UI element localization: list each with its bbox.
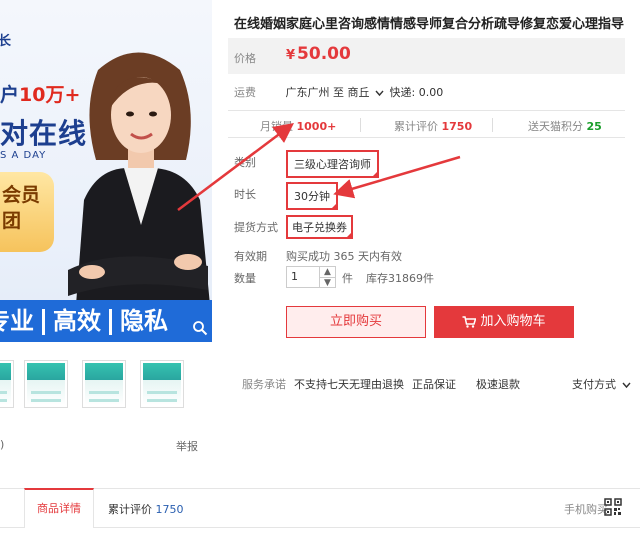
hero-feature-3: 隐私 xyxy=(120,307,168,335)
shipping-fee: 快递: 0.00 xyxy=(389,86,444,99)
price-label: 价格 xyxy=(234,52,256,65)
mobile-buy-link[interactable]: 手机购买 xyxy=(564,501,608,517)
stats-divider xyxy=(492,118,493,132)
quantity-input[interactable]: 1 xyxy=(286,266,320,288)
tmall-points-value: 25 xyxy=(586,120,602,133)
price-box: 价格 ¥50.00 xyxy=(228,38,625,74)
price-value: ¥50.00 xyxy=(286,44,351,64)
buy-now-button[interactable]: 立即购买 xyxy=(286,306,426,338)
hero-corner-text: 长 xyxy=(0,34,12,49)
validity-label: 有效期 xyxy=(234,250,267,263)
stats-divider xyxy=(360,118,361,132)
share-paren: ) xyxy=(0,438,5,451)
payment-methods-label: 支付方式 xyxy=(572,378,616,391)
hero-feature-bar: 专业高效隐私 xyxy=(0,300,212,342)
hero-bar-divider xyxy=(42,309,45,335)
review-count-label: 累计评价 xyxy=(394,120,438,133)
category-option-selected[interactable]: 三级心理咨询师 xyxy=(286,150,379,178)
hero-headline-3: S A DAY xyxy=(0,150,47,161)
quantity-increase-button[interactable]: ▲ xyxy=(320,267,335,278)
quantity-decrease-button[interactable]: ▼ xyxy=(320,278,335,289)
service-fast-refund[interactable]: 极速退款 xyxy=(476,376,520,392)
tab-reviews-count: 1750 xyxy=(155,503,184,516)
product-title: 在线婚姻家庭心里咨询感情情感导师复合分析疏导修复恋爱心理指导 xyxy=(234,17,625,32)
duration-option-text: 30分钟 xyxy=(294,190,330,203)
service-label: 服务承诺 xyxy=(242,378,286,391)
tab-product-details[interactable]: 商品详情 xyxy=(24,488,94,528)
chevron-down-icon[interactable] xyxy=(375,90,384,97)
detail-tab-bar: 商品详情 累计评价 1750 手机购买 xyxy=(0,488,640,528)
duration-option-selected[interactable]: 30分钟 xyxy=(286,182,338,210)
hero-member-badge: 会员 团 xyxy=(0,172,54,252)
cart-icon xyxy=(462,315,477,328)
hero-feature-2: 高效 xyxy=(53,307,101,335)
selected-check-icon xyxy=(371,170,379,178)
service-genuine[interactable]: 正品保证 xyxy=(412,376,456,392)
monthly-sales-value: 1000+ xyxy=(296,120,337,133)
delivery-option-text: 电子兑换券 xyxy=(292,221,347,234)
thumbnail[interactable] xyxy=(82,360,126,408)
hero-headline-1-prefix: 户 xyxy=(0,84,20,106)
category-label: 类别 xyxy=(234,156,256,169)
currency-symbol: ¥ xyxy=(286,48,296,63)
shipping-label: 运费 xyxy=(234,86,256,99)
qr-code-icon[interactable] xyxy=(604,498,622,516)
tmall-points-label: 送天猫积分 xyxy=(528,120,583,133)
thumbnail[interactable] xyxy=(140,360,184,408)
shipping-destination[interactable]: 广东广州 至 商丘 xyxy=(286,86,370,99)
payment-methods[interactable]: 支付方式 xyxy=(572,376,631,392)
price-amount: 50.00 xyxy=(297,44,351,64)
validity-value: 购买成功 365 天内有效 xyxy=(286,250,402,263)
product-main-image[interactable]: 长 户10万+ 对在线 S A DAY 会员 团 专业高效隐私 xyxy=(0,0,212,342)
shipping-row: 运费 广东广州 至 商丘 快递: 0.00 xyxy=(234,84,443,100)
tab-reviews-label: 累计评价 xyxy=(108,503,152,516)
hero-feature-1: 专业 xyxy=(0,307,34,335)
badge-line-1: 会员 xyxy=(2,184,41,206)
monthly-sales: 月销量 1000+ xyxy=(260,118,336,134)
consultant-portrait xyxy=(68,52,210,305)
zoom-icon[interactable] xyxy=(192,320,208,336)
add-to-cart-button[interactable]: 加入购物车 xyxy=(434,306,574,338)
duration-label: 时长 xyxy=(234,188,256,201)
thumbnail[interactable] xyxy=(24,360,68,408)
tab-reviews[interactable]: 累计评价 1750 xyxy=(108,501,184,517)
hero-bar-divider xyxy=(109,309,112,335)
category-option-text: 三级心理咨询师 xyxy=(294,158,371,171)
delivery-option-selected[interactable]: 电子兑换券 xyxy=(286,215,353,239)
tmall-points: 送天猫积分 25 xyxy=(528,118,602,134)
delivery-label: 提货方式 xyxy=(234,221,278,234)
quantity-unit: 件 xyxy=(342,272,353,285)
sales-stats: 月销量 1000+ 累计评价 1750 送天猫积分 25 xyxy=(228,110,625,138)
review-count-value: 1750 xyxy=(441,120,473,133)
quantity-stepper: ▲ ▼ xyxy=(320,266,336,288)
badge-line-2: 团 xyxy=(2,210,22,232)
chevron-down-icon xyxy=(621,382,631,388)
quantity-label: 数量 xyxy=(234,272,256,285)
stock-count: 库存31869件 xyxy=(366,272,434,285)
service-no-return[interactable]: 不支持七天无理由退换 xyxy=(294,376,404,392)
review-count[interactable]: 累计评价 1750 xyxy=(394,118,472,134)
report-link[interactable]: 举报 xyxy=(176,438,198,454)
selected-check-icon xyxy=(330,202,338,210)
monthly-sales-label: 月销量 xyxy=(260,120,293,133)
thumbnail[interactable] xyxy=(0,360,14,408)
thumbnail-strip xyxy=(0,360,200,408)
add-to-cart-label: 加入购物车 xyxy=(480,314,546,329)
